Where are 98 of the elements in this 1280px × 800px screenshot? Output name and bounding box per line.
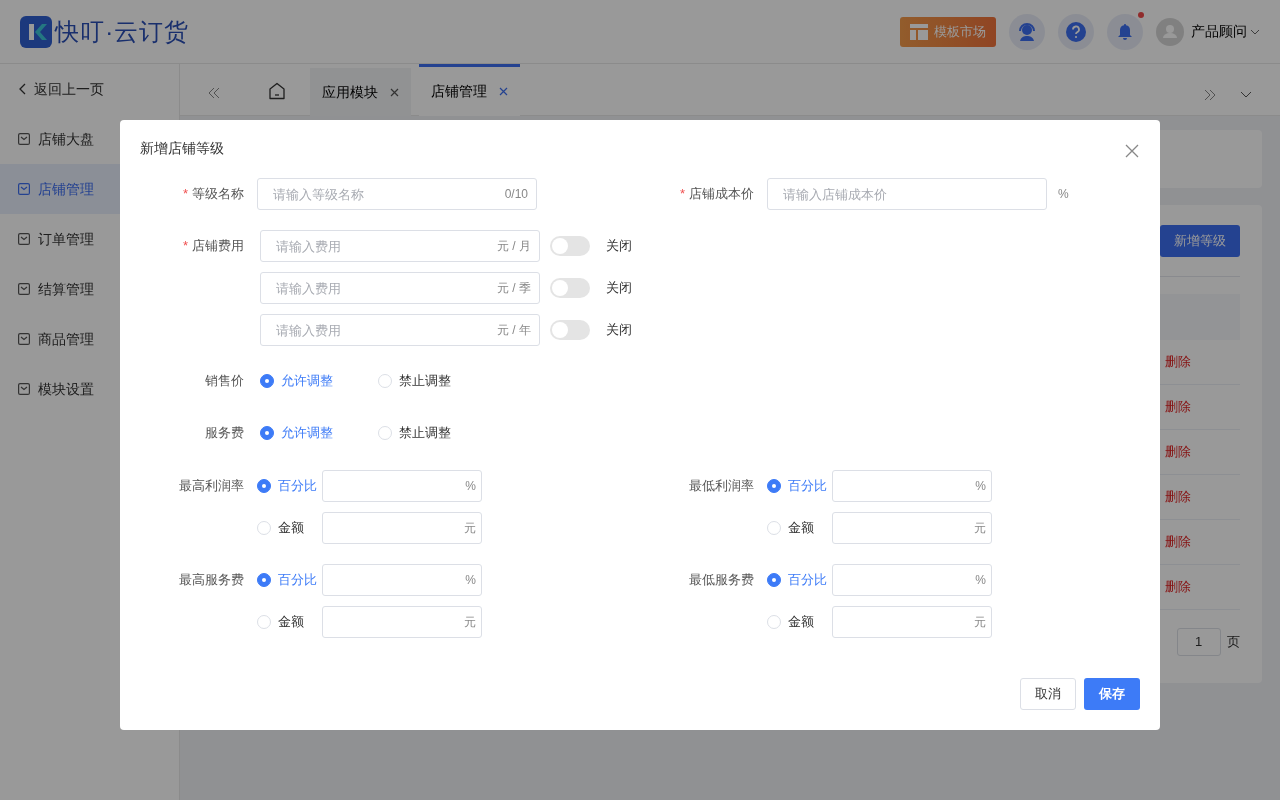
required-mark: *: [182, 186, 188, 202]
field-label: 店铺成本价: [689, 186, 754, 202]
delete-link[interactable]: 删除: [1165, 352, 1240, 372]
layout-icon: [909, 23, 928, 40]
headset-icon: [1017, 21, 1038, 42]
radio-label: 金额: [787, 613, 814, 632]
cancel-button[interactable]: 取消: [1019, 678, 1076, 710]
unit-label: %: [975, 572, 986, 589]
delete-link[interactable]: 删除: [1165, 397, 1240, 417]
amount-field[interactable]: [322, 470, 482, 502]
chevron-down-icon: [1250, 28, 1260, 35]
toggle-state-label: 关闭: [606, 321, 632, 340]
unit-label: 元 / 年: [497, 322, 531, 339]
delete-link[interactable]: 删除: [1165, 532, 1240, 552]
radio-label: 禁止调整: [398, 424, 451, 443]
inbox-icon: [18, 383, 30, 395]
unit-label: %: [465, 478, 476, 495]
home-tab[interactable]: [268, 80, 286, 100]
save-button[interactable]: 保存: [1084, 678, 1140, 710]
delete-link[interactable]: 删除: [1165, 442, 1240, 462]
close-icon: [1125, 143, 1139, 158]
toggle-switch[interactable]: [550, 278, 590, 298]
radio-button[interactable]: [260, 426, 274, 440]
amount-field[interactable]: [832, 564, 992, 596]
amount-field[interactable]: [322, 564, 482, 596]
radio-label: 百分比: [277, 571, 317, 590]
unit-label: 元: [464, 520, 476, 537]
radio-label: 百分比: [787, 571, 827, 590]
radio-button[interactable]: [257, 479, 271, 493]
unit-label: %: [975, 478, 986, 495]
amount-field[interactable]: [832, 470, 992, 502]
tab[interactable]: 店铺管理: [419, 64, 520, 116]
amount-field[interactable]: [832, 512, 992, 544]
field-label: 销售价: [205, 373, 244, 389]
radio-button[interactable]: [257, 573, 271, 587]
required-mark: *: [679, 186, 685, 202]
bell-icon: [1116, 22, 1135, 41]
radio-label: 禁止调整: [398, 372, 451, 391]
amount-field[interactable]: [832, 606, 992, 638]
support-button[interactable]: [1009, 13, 1046, 50]
field-label: 等级名称: [192, 186, 244, 202]
toggle-switch[interactable]: [550, 236, 590, 256]
unit-label: %: [465, 572, 476, 589]
unit-label: 元 / 月: [497, 238, 531, 255]
tab[interactable]: 应用模块: [310, 68, 411, 116]
toggle-switch[interactable]: [550, 320, 590, 340]
field-label: 最低利润率: [689, 478, 754, 493]
unit-label: 元 / 季: [497, 280, 531, 297]
toggle-state-label: 关闭: [606, 279, 632, 298]
field-label: 最低服务费: [689, 572, 754, 587]
unit-label: %: [1058, 186, 1069, 203]
inbox-icon: [18, 333, 30, 345]
user-menu[interactable]: 产品顾问: [1190, 21, 1260, 42]
unit-label: 元: [974, 520, 986, 537]
chevron-left-icon: [18, 83, 26, 95]
inbox-icon: [18, 133, 30, 145]
field-label: 最高服务费: [179, 572, 244, 587]
radio-label: 允许调整: [280, 424, 333, 443]
radio-label: 金额: [277, 613, 304, 632]
add-level-button[interactable]: 新增等级: [1160, 224, 1240, 257]
radio-button[interactable]: [260, 374, 274, 388]
page-suffix: 页: [1227, 633, 1240, 652]
radio-label: 百分比: [277, 477, 317, 496]
amount-field[interactable]: [322, 512, 482, 544]
radio-label: 百分比: [787, 477, 827, 496]
delete-link[interactable]: 删除: [1165, 577, 1240, 597]
inbox-icon: [18, 283, 30, 295]
help-button[interactable]: [1058, 13, 1095, 50]
notification-button[interactable]: [1107, 13, 1144, 50]
field-label: 服务费: [205, 425, 244, 441]
double-chevron-left-icon: [208, 86, 220, 99]
logo-icon: [20, 15, 52, 48]
inbox-icon: [18, 183, 30, 195]
field-label: 最高利润率: [179, 478, 244, 493]
radio-label: 金额: [787, 519, 814, 538]
chevron-down-icon: [1240, 91, 1252, 99]
close-icon: [390, 87, 399, 97]
required-mark: *: [182, 238, 188, 254]
avatar-icon: [1156, 17, 1185, 46]
amount-field[interactable]: [322, 606, 482, 638]
home-icon: [268, 81, 286, 100]
close-icon: [499, 87, 508, 96]
inbox-icon: [18, 233, 30, 245]
toggle-state-label: 关闭: [606, 237, 632, 256]
unit-label: 0/10: [504, 186, 528, 203]
unit-label: 元: [974, 614, 986, 631]
radio-button[interactable]: [767, 479, 781, 493]
double-chevron-right-icon: [1204, 88, 1216, 101]
radio-button[interactable]: [767, 573, 781, 587]
cost-price-field[interactable]: 请输入店铺成本价: [767, 178, 1047, 210]
help-icon: [1066, 21, 1087, 42]
field-label: 店铺费用: [192, 238, 244, 254]
logo-text: 快叮·云订货: [55, 16, 190, 47]
radio-label: 金额: [277, 519, 304, 538]
unit-label: 元: [464, 614, 476, 631]
page-input[interactable]: 1: [1176, 628, 1221, 656]
delete-link[interactable]: 删除: [1165, 487, 1240, 507]
radio-label: 允许调整: [280, 372, 333, 391]
